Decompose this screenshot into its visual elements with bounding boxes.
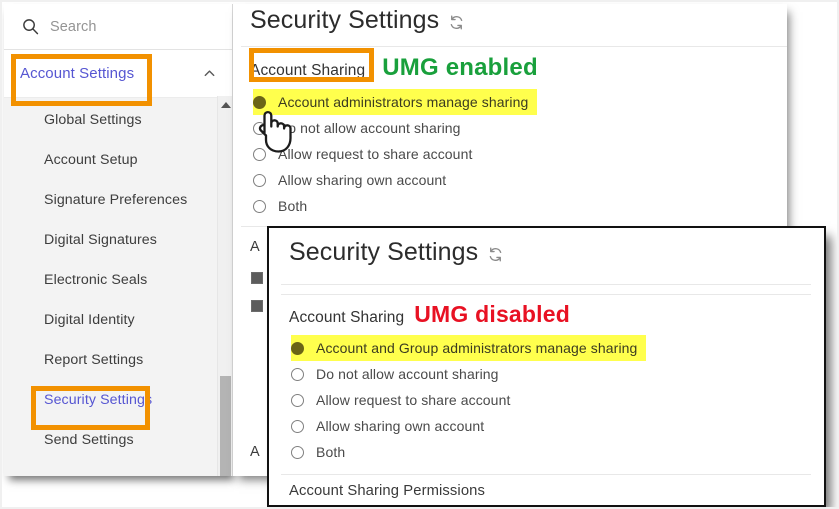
search-placeholder-text: Search bbox=[50, 18, 97, 35]
radio-button-icon[interactable] bbox=[253, 199, 266, 213]
obscured-section-label-2: A bbox=[250, 444, 260, 460]
radio-button-icon[interactable] bbox=[291, 367, 304, 381]
sidebar-item-label: Signature Preferences bbox=[44, 192, 188, 208]
sidebar-item-digital-identity[interactable]: Digital Identity bbox=[4, 300, 232, 340]
sidebar-item-report-settings[interactable]: Report Settings bbox=[4, 340, 232, 380]
umg-disabled-annotation: UMG disabled bbox=[414, 301, 571, 327]
page-title: Security Settings bbox=[250, 6, 465, 35]
footer-divider bbox=[281, 474, 811, 475]
search-icon bbox=[22, 18, 39, 35]
radio-row[interactable]: Account administrators manage sharing bbox=[253, 89, 538, 115]
radio-row[interactable]: Account and Group administrators manage … bbox=[291, 335, 647, 361]
title-divider bbox=[281, 284, 811, 285]
sidebar-nav: Account Settings Global Settings Account… bbox=[4, 50, 232, 476]
sidebar-scrollbar[interactable] bbox=[217, 96, 232, 476]
account-sharing-section-header: Account Sharing UMG disabled bbox=[289, 301, 570, 328]
radio-label: Do not allow account sharing bbox=[316, 366, 499, 382]
sidebar-item-security-settings[interactable]: Security Settings bbox=[4, 380, 232, 420]
page-title-text: Security Settings bbox=[250, 6, 440, 34]
radio-row[interactable]: Do not allow account sharing bbox=[291, 361, 811, 387]
radio-button-icon[interactable] bbox=[291, 419, 304, 433]
sidebar-item-list: Global Settings Account Setup Signature … bbox=[4, 98, 232, 460]
radio-label: Account administrators manage sharing bbox=[278, 94, 529, 110]
radio-label: Do not allow account sharing bbox=[278, 120, 461, 136]
umg-enabled-annotation: UMG enabled bbox=[382, 54, 538, 81]
radio-button-icon[interactable] bbox=[253, 121, 266, 135]
sidebar-item-label: Security Settings bbox=[44, 392, 153, 408]
radio-row[interactable]: Allow sharing own account bbox=[253, 167, 773, 193]
sidebar-item-signature-preferences[interactable]: Signature Preferences bbox=[4, 180, 232, 220]
title-divider bbox=[241, 46, 787, 47]
radio-row[interactable]: Allow request to share account bbox=[291, 387, 811, 413]
search-field[interactable]: Search bbox=[4, 4, 232, 50]
page-title: Security Settings bbox=[289, 238, 504, 267]
sidebar-item-label: Electronic Seals bbox=[44, 272, 148, 288]
page-title-text: Security Settings bbox=[289, 238, 479, 266]
chevron-up-icon[interactable] bbox=[202, 66, 217, 81]
sidebar-group-label: Account Settings bbox=[20, 65, 135, 82]
radio-button-icon[interactable] bbox=[253, 173, 266, 187]
section-label: Account Sharing bbox=[289, 309, 405, 326]
scrollbar-thumb[interactable] bbox=[220, 376, 231, 476]
radio-button-icon[interactable] bbox=[253, 147, 266, 161]
radio-row[interactable]: Allow request to share account bbox=[253, 141, 773, 167]
account-sharing-radio-group: Account administrators manage sharing Do… bbox=[253, 89, 773, 219]
account-sharing-radio-group: Account and Group administrators manage … bbox=[291, 335, 811, 465]
security-settings-panel-umg-disabled: Security Settings Account Sharing UMG di… bbox=[267, 226, 826, 507]
radio-label: Allow sharing own account bbox=[278, 172, 447, 188]
radio-row[interactable]: Both bbox=[253, 193, 773, 219]
radio-label: Account and Group administrators manage … bbox=[316, 340, 638, 356]
radio-button-selected-icon[interactable] bbox=[253, 95, 266, 109]
radio-button-selected-icon[interactable] bbox=[291, 341, 304, 355]
refresh-icon[interactable] bbox=[448, 14, 465, 31]
scroll-up-arrow-icon[interactable] bbox=[218, 96, 232, 113]
radio-label: Both bbox=[278, 198, 308, 214]
account-sharing-permissions-label: Account Sharing Permissions bbox=[289, 483, 485, 499]
radio-button-icon[interactable] bbox=[291, 393, 304, 407]
sidebar-item-account-setup[interactable]: Account Setup bbox=[4, 140, 232, 180]
radio-label: Allow sharing own account bbox=[316, 418, 485, 434]
radio-row[interactable]: Allow sharing own account bbox=[291, 413, 811, 439]
section-label: Account Sharing bbox=[250, 62, 366, 79]
secondary-divider bbox=[281, 294, 811, 295]
sidebar-item-global-settings[interactable]: Global Settings bbox=[4, 100, 232, 140]
radio-label: Allow request to share account bbox=[316, 392, 511, 408]
radio-row[interactable]: Do not allow account sharing bbox=[253, 115, 773, 141]
sidebar-item-label: Digital Signatures bbox=[44, 232, 157, 248]
sidebar-item-label: Account Setup bbox=[44, 152, 138, 168]
radio-row[interactable]: Both bbox=[291, 439, 811, 465]
radio-label: Allow request to share account bbox=[278, 146, 473, 162]
checkbox-icon[interactable] bbox=[251, 300, 263, 312]
sidebar-item-digital-signatures[interactable]: Digital Signatures bbox=[4, 220, 232, 260]
settings-sidebar: Search Account Settings Global Settings … bbox=[4, 4, 233, 476]
radio-label: Both bbox=[316, 444, 346, 460]
sidebar-item-label: Global Settings bbox=[44, 112, 142, 128]
screenshot-root: Search Account Settings Global Settings … bbox=[0, 0, 839, 509]
checkbox-icon[interactable] bbox=[251, 272, 263, 284]
sidebar-item-label: Digital Identity bbox=[44, 312, 135, 328]
sidebar-group-account-settings[interactable]: Account Settings bbox=[4, 50, 232, 98]
sidebar-item-send-settings[interactable]: Send Settings bbox=[4, 420, 232, 460]
refresh-icon[interactable] bbox=[487, 246, 504, 263]
sidebar-item-electronic-seals[interactable]: Electronic Seals bbox=[4, 260, 232, 300]
obscured-section-label: A bbox=[250, 239, 260, 255]
account-sharing-section-header: Account Sharing UMG enabled bbox=[250, 54, 538, 82]
sidebar-item-label: Send Settings bbox=[44, 432, 134, 448]
radio-button-icon[interactable] bbox=[291, 445, 304, 459]
sidebar-item-label: Report Settings bbox=[44, 352, 144, 368]
